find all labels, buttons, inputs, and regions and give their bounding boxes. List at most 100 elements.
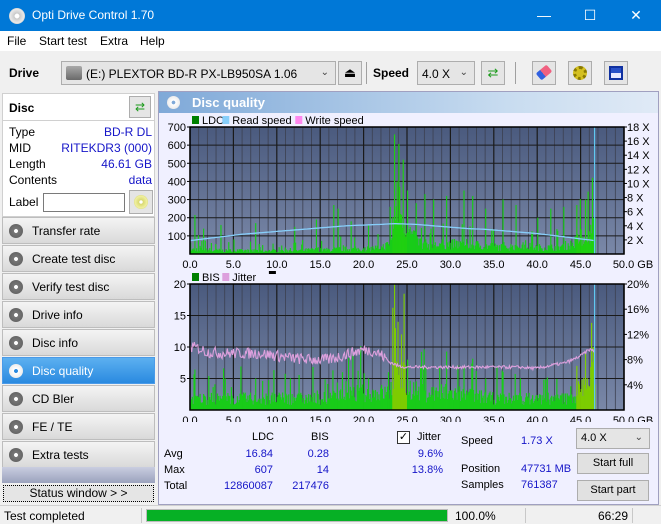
nav-drive-info[interactable]: Drive info — [2, 301, 155, 328]
nav-create-test-disc[interactable]: Create test disc — [2, 245, 155, 272]
legend-swatch-write-speed — [295, 116, 303, 124]
label-key: Label — [9, 195, 39, 209]
floppy-save-icon — [609, 66, 623, 80]
speed-select[interactable]: 4.0 X ⌄ — [417, 61, 475, 85]
y-tick-label-left: 300 — [168, 195, 186, 207]
settings-button[interactable] — [568, 61, 592, 85]
field-value: 46.61 GB — [101, 157, 152, 171]
position-label: Position — [461, 463, 501, 475]
close-button[interactable]: ✕ — [613, 0, 659, 31]
disc-label-input[interactable] — [43, 193, 125, 212]
y-tick-label-left: 100 — [168, 231, 186, 243]
x-tick-label: 10.0 — [266, 415, 287, 422]
jitter-checkbox[interactable]: ✓ — [397, 431, 410, 444]
legend-label-read-speed: Read speed — [232, 115, 291, 127]
test-speed-select[interactable]: 4.0 X ⌄ — [576, 428, 650, 449]
create-disc-icon — [9, 252, 23, 266]
y-tick-label-left: 500 — [168, 158, 186, 170]
progress-bar — [146, 509, 448, 522]
erase-button[interactable] — [532, 61, 556, 85]
x-tick-label: 40.0 — [526, 415, 547, 422]
nav-cd-bler[interactable]: CD Bler — [2, 385, 155, 412]
speed-label: Speed — [373, 66, 410, 80]
menu-extra[interactable]: Extra — [100, 34, 128, 48]
field-key: Type — [9, 125, 36, 139]
x-tick-label: 35.0 — [483, 259, 504, 271]
disc-field-length: Length 46.61 GB — [9, 157, 154, 173]
ldc-bar — [472, 195, 474, 254]
status-text: Test completed — [4, 509, 85, 523]
drive-select-value: (E:) PLEXTOR BD-R PX-LB950SA 1.06 — [86, 67, 298, 81]
ldc-bar — [537, 217, 539, 254]
status-window-button[interactable]: Status window > > — [3, 485, 154, 502]
drive-select[interactable]: (E:) PLEXTOR BD-R PX-LB950SA 1.06 ⌄ — [61, 61, 336, 85]
y-tick-label-left: 400 — [168, 176, 186, 188]
nav-disc-quality[interactable]: Disc quality — [2, 357, 155, 384]
chevron-down-icon: ⌄ — [634, 432, 643, 443]
eject-button[interactable]: ⏏ — [338, 61, 362, 85]
nav-transfer-rate[interactable]: Transfer rate — [2, 217, 155, 244]
field-key: Contents — [9, 173, 58, 187]
y-tick-label-left: 15 — [174, 311, 186, 323]
x-tick-label: 30.0 — [440, 259, 461, 271]
stats-total-ldc: 12860087 — [224, 480, 273, 492]
start-part-button[interactable]: Start part — [577, 480, 649, 501]
menu-start-test[interactable]: Start test — [39, 34, 87, 48]
disc-label-button[interactable] — [129, 190, 153, 214]
nav-disc-info[interactable]: Disc info — [2, 329, 155, 356]
x-tick-label: 45.0 — [570, 259, 591, 271]
y-tick-label-right: 4 X — [627, 221, 644, 233]
legend-swatch-ldc — [192, 116, 199, 124]
menu-bar: File Start test Extra Help — [0, 31, 661, 51]
maximize-button[interactable]: ☐ — [567, 0, 613, 31]
stats-avg-bis: 0.28 — [307, 448, 329, 460]
field-key: Length — [9, 157, 46, 171]
ldc-bar — [337, 208, 339, 254]
x-tick-label: 10.0 — [266, 259, 287, 271]
save-button[interactable] — [604, 61, 628, 85]
menu-file[interactable]: File — [7, 34, 26, 48]
x-tick-label: 25.0 — [396, 259, 417, 271]
nav-verify-test-disc[interactable]: Verify test disc — [2, 273, 155, 300]
nav-label: Disc info — [32, 336, 79, 350]
nav-label: Transfer rate — [32, 224, 101, 238]
disc-header-title: Disc — [9, 101, 35, 115]
x-tick-label: 50.0 GB — [613, 415, 653, 422]
nav-label: CD Bler — [32, 392, 75, 406]
stats-max-ldc: 607 — [254, 464, 273, 476]
chevron-down-icon: ⌄ — [459, 67, 468, 78]
x-tick-label: 0.0 — [182, 415, 197, 422]
y-tick-label-right: 12% — [627, 329, 649, 341]
stats-max-jitter: 13.8% — [411, 464, 443, 476]
minimize-button[interactable]: — — [521, 0, 567, 31]
nav-extra-tests[interactable]: Extra tests — [2, 441, 155, 468]
nav-label: FE / TE — [32, 420, 73, 434]
y-tick-label-right: 2 X — [627, 235, 644, 247]
status-divider — [632, 508, 633, 523]
ldc-bar — [220, 224, 222, 254]
toolbar-separator — [366, 62, 367, 84]
refresh-button[interactable]: ⇄ — [481, 61, 505, 85]
disc-quality-icon — [9, 364, 23, 378]
start-full-button[interactable]: Start full — [577, 453, 649, 474]
y-tick-label-right: 6 X — [627, 207, 644, 219]
stats-row-avg-label: Avg — [164, 448, 183, 460]
y-tick-label-right: 20% — [627, 279, 649, 291]
nav-label: Disc quality — [32, 364, 94, 378]
nav-fe-te[interactable]: FE / TE — [2, 413, 155, 440]
disc-refresh-button[interactable]: ⇄ — [129, 96, 151, 118]
gears-icon — [573, 66, 587, 80]
menu-help[interactable]: Help — [140, 34, 165, 48]
legend-label-bis: BIS — [202, 272, 220, 284]
y-tick-label-right: 16 X — [627, 136, 650, 148]
stats-total-bis: 217476 — [292, 480, 329, 492]
jitter-label: Jitter — [417, 431, 441, 443]
y-tick-label-right: 14 X — [627, 150, 650, 162]
y-tick-label-right: 8 X — [627, 193, 644, 205]
legend-marker — [268, 271, 276, 274]
field-value: RITEKDR3 (000) — [61, 141, 152, 155]
disc-header: Disc ⇄ — [2, 93, 155, 121]
x-tick-label: 45.0 — [570, 415, 591, 422]
disc-info-icon — [9, 336, 23, 350]
disc-quality-panel: Disc quality LDC Read speed Write speed 700… — [158, 91, 659, 505]
